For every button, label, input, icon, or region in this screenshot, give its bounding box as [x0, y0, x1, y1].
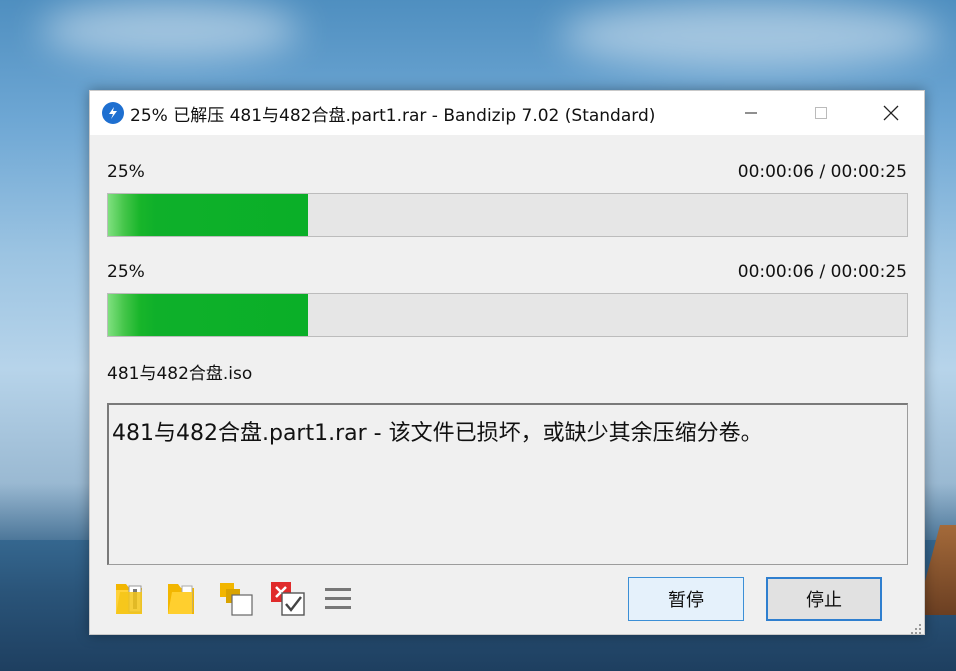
maximize-icon	[815, 107, 827, 119]
window-title: 25% 已解压 481与482合盘.part1.rar - Bandizip 7…	[130, 106, 656, 126]
bandizip-window: 25% 已解压 481与482合盘.part1.rar - Bandizip 7…	[89, 90, 925, 635]
resize-grip-icon[interactable]	[910, 620, 922, 634]
file-progress-bar	[107, 293, 908, 337]
total-progress-fill	[108, 194, 308, 236]
total-progress-percent: 25%	[107, 162, 145, 182]
minimize-button[interactable]	[722, 91, 780, 135]
total-progress-bar	[107, 193, 908, 237]
title-bar[interactable]: 25% 已解压 481与482合盘.part1.rar - Bandizip 7…	[90, 91, 924, 135]
menu-icon[interactable]	[318, 579, 358, 619]
minimize-icon	[745, 112, 757, 114]
error-message: 481与482合盘.part1.rar - 该文件已损坏，或缺少其余压缩分卷。	[112, 421, 763, 446]
background-cloud	[40, 0, 300, 60]
current-file-name: 481与482合盘.iso	[107, 364, 253, 384]
total-progress-time: 00:00:06 / 00:00:25	[737, 162, 907, 182]
maximize-button[interactable]	[792, 91, 850, 135]
close-icon	[883, 105, 899, 121]
open-folder-icon[interactable]	[110, 579, 150, 619]
file-progress-percent: 25%	[107, 262, 145, 282]
folder-icon[interactable]	[162, 579, 202, 619]
message-box[interactable]: 481与482合盘.part1.rar - 该文件已损坏，或缺少其余压缩分卷。	[107, 403, 908, 565]
bandizip-icon	[102, 102, 124, 124]
file-progress-time: 00:00:06 / 00:00:25	[737, 262, 907, 282]
file-progress-fill	[108, 294, 308, 336]
pause-button[interactable]: 暂停	[628, 577, 744, 621]
checklist-icon[interactable]	[268, 579, 308, 619]
background-cloud	[560, 0, 940, 70]
copy-icon[interactable]	[216, 579, 256, 619]
stop-button[interactable]: 停止	[766, 577, 882, 621]
close-button[interactable]	[862, 91, 920, 135]
